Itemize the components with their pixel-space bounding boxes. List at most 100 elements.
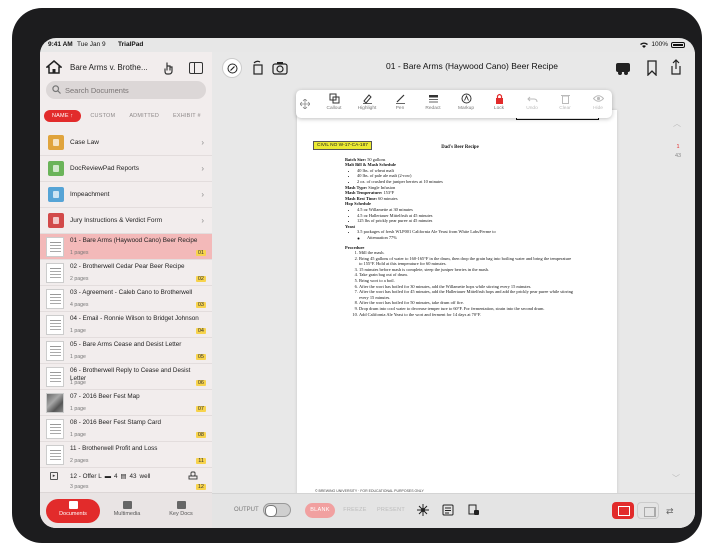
folder-row[interactable]: Impeachment › (40, 182, 212, 208)
presentation-icon[interactable] (615, 60, 631, 76)
tab-key-docs[interactable]: Key Docs (154, 499, 208, 523)
pen-tool[interactable]: Pen (384, 93, 416, 115)
chevron-right-icon: › (201, 164, 204, 173)
lock-tool[interactable]: Lock (483, 93, 515, 115)
share-icon[interactable] (668, 59, 684, 75)
freeze-button[interactable]: FREEZE (340, 503, 370, 518)
sort-tab-admitted[interactable]: ADMITTED (124, 110, 164, 122)
document-pages: 4 pages (70, 302, 89, 308)
pen-icon (395, 94, 405, 104)
clear-tool[interactable]: Clear (549, 93, 581, 115)
camera-icon[interactable] (272, 60, 288, 76)
document-row[interactable]: 06 - Brotherwell Reply to Cease and Desi… (40, 364, 212, 390)
document-row-offer[interactable]: ▸ 12 - Offer L ▬ 4 ▤ 43 well 3 pages 12 (40, 468, 212, 494)
document-pages: 1 page (70, 432, 86, 438)
document-name: 05 - Bare Arms Cease and Desist Letter (70, 341, 182, 348)
stamp-icon[interactable] (188, 471, 198, 481)
document-pages: 3 pages (70, 484, 89, 490)
document-name: 01 - Bare Arms (Haywood Cano) Beer Recip… (70, 237, 198, 244)
document-pages: 2 pages (70, 458, 89, 464)
single-view-button[interactable] (612, 502, 634, 519)
document-row[interactable]: 11 - Brotherwell Profit and Loss 2 pages… (40, 442, 212, 468)
document-pages: 1 page (70, 406, 86, 412)
sidebar-toggle-icon[interactable] (189, 62, 203, 74)
highlight-icon (362, 94, 372, 104)
sort-tab-name[interactable]: NAME ↑ (44, 110, 82, 122)
sort-tab-exhibit[interactable]: EXHIBIT # (168, 110, 206, 122)
recipe-title: Dad's Beer Recipe (441, 145, 479, 150)
document-thumbnail (46, 341, 64, 361)
page-indicator: 1 43 (670, 144, 686, 159)
play-icon[interactable]: ▸ (50, 472, 58, 480)
exhibit-number-badge: 05 (195, 354, 206, 360)
status-right: 100% (640, 41, 685, 48)
scroll-up-button[interactable]: ︿ (670, 118, 684, 132)
exhibit-stamp-icon[interactable] (468, 504, 480, 516)
redact-tool[interactable]: Redact (417, 93, 449, 115)
folder-label: Impeachment (70, 191, 110, 198)
screen: 9:41 AM Tue Jan 9 TrialPad 100% Bare Arm… (40, 38, 695, 528)
search-icon (52, 85, 61, 94)
exhibit-number-badge: 06 (195, 380, 206, 386)
key-docs-icon (176, 501, 186, 509)
home-icon[interactable] (46, 60, 62, 74)
exhibit-number-badge: 01 (195, 250, 206, 256)
present-button[interactable]: PRESENT (374, 503, 408, 518)
document-row[interactable]: 04 - Email - Ronnie Wilson to Bridget Jo… (40, 312, 212, 338)
tab-label: Documents (59, 511, 87, 517)
folder-count: 4 (114, 473, 118, 480)
rotate-icon[interactable] (250, 60, 266, 76)
trash-icon (560, 95, 570, 104)
hide-tool[interactable]: Hide (582, 93, 614, 115)
annotation-toolbar: Callout Highlight Pen Redact Markup Lock (296, 90, 612, 118)
folder-row[interactable]: Case Law › (40, 130, 212, 156)
viewer-toolbar: 01 - Bare Arms (Haywood Cano) Beer Recip… (212, 52, 695, 82)
folder-icon: ▬ (104, 473, 112, 480)
folder-row[interactable]: DocReviewPad Reports › (40, 156, 212, 182)
document-count: 43 (129, 473, 137, 480)
case-title[interactable]: Bare Arms v. Brothe... (70, 63, 148, 72)
undo-tool[interactable]: Undo (516, 93, 548, 115)
search-field[interactable] (46, 81, 206, 99)
folder-row[interactable]: Jury Instructions & Verdict Form › (40, 208, 212, 234)
document-thumbnail (46, 237, 64, 257)
current-page: 1 (676, 144, 680, 150)
highlight-tool[interactable]: Highlight (351, 93, 383, 115)
bookmark-icon[interactable] (644, 60, 660, 76)
document-name: 11 - Brotherwell Profit and Loss (70, 445, 158, 452)
exhibit-number-badge: 11 (196, 458, 206, 464)
document-row[interactable]: 03 - Agreement - Caleb Cano to Brotherwe… (40, 286, 212, 312)
sort-tab-custom[interactable]: CUSTOM (85, 110, 120, 122)
exhibit-number-badge: 02 (195, 276, 206, 282)
drag-handle-icon[interactable] (300, 99, 310, 109)
blank-button[interactable]: BLANK (305, 503, 335, 518)
document-row[interactable]: 05 - Bare Arms Cease and Desist Letter 1… (40, 338, 212, 364)
tab-label: Key Docs (169, 511, 193, 517)
scroll-down-button[interactable]: ﹀ (669, 473, 683, 487)
markup-tool[interactable]: Markup (450, 93, 482, 115)
status-bar: 9:41 AM Tue Jan 9 TrialPad 100% (40, 38, 695, 52)
document-row[interactable]: 08 - 2016 Beer Fest Stamp Card 1 page 08 (40, 416, 212, 442)
folder-icon (48, 187, 64, 202)
document-page[interactable]: CONFIDENTIAL BEERCO-000000001 CIVIL NO W… (297, 110, 617, 503)
document-thumbnail (46, 367, 64, 387)
document-thumbnail (46, 263, 64, 283)
split-view-button[interactable] (637, 502, 659, 519)
search-input[interactable] (65, 84, 200, 96)
document-row[interactable]: 07 - 2016 Beer Fest Map 1 page 07 (40, 390, 212, 416)
exhibit-number-badge: 07 (195, 406, 206, 412)
laser-pointer-icon[interactable] (417, 504, 429, 516)
swap-arrows-icon[interactable]: ⇄ (666, 506, 678, 516)
document-row[interactable]: 02 - Brotherwell Cedar Pear Beer Recipe … (40, 260, 212, 286)
hand-pointer-icon[interactable] (162, 61, 176, 75)
tab-multimedia[interactable]: Multimedia (100, 499, 154, 523)
annotate-toggle-button[interactable] (222, 58, 242, 78)
tab-documents[interactable]: Documents (46, 499, 100, 523)
document-row-selected[interactable]: 01 - Bare Arms (Haywood Cano) Beer Recip… (40, 234, 212, 260)
notes-icon[interactable] (442, 504, 454, 516)
folder-label: Jury Instructions & Verdict Form (70, 217, 163, 224)
callout-tool[interactable]: Callout (318, 93, 350, 115)
tab-label: Multimedia (113, 511, 141, 517)
output-toggle[interactable] (263, 503, 291, 517)
hop-list: 4.5 oz Willamette at 30 minutes 4.5 oz H… (345, 207, 575, 224)
